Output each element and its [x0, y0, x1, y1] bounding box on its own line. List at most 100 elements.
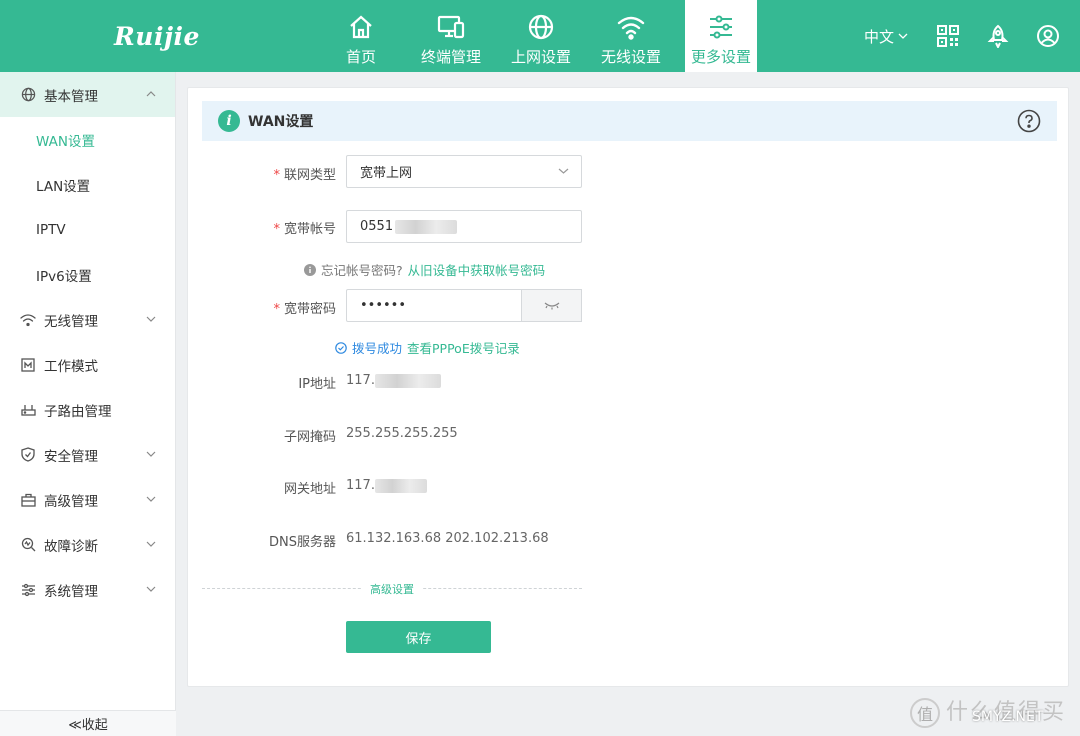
get-account-from-old-device-link[interactable]: 从旧设备中获取帐号密码	[408, 260, 546, 279]
blurred-region	[374, 373, 441, 388]
sidebar-group-label: 高级管理	[44, 493, 98, 510]
account-input[interactable]: 0551	[346, 210, 582, 243]
sidebar-group-label: 故障诊断	[44, 538, 98, 555]
sidebar-item-ipv6[interactable]: IPv6设置	[0, 252, 175, 297]
sidebar-item-label: 工作模式	[44, 358, 98, 375]
chevron-down-icon	[146, 541, 156, 547]
mask-value: 255.255.255.255	[346, 426, 458, 441]
sidebar-group-label: 无线管理	[44, 313, 98, 330]
chevron-down-icon	[146, 451, 156, 457]
sidebar-group-system[interactable]: 系统管理	[0, 567, 175, 612]
globe-icon	[526, 12, 556, 42]
diagnose-icon	[20, 537, 36, 553]
advanced-settings-toggle[interactable]: 高级设置	[362, 581, 422, 597]
sidebar-group-label: 系统管理	[44, 583, 98, 600]
nav-home-label: 首页	[345, 48, 376, 66]
top-nav: 首页 终端管理 上网设置 无线设置 更多设置	[316, 0, 757, 72]
nav-more-settings-label: 更多设置	[690, 48, 751, 66]
sidebar-group-diagnose[interactable]: 故障诊断	[0, 522, 175, 567]
forgot-hint-text: 忘记帐号密码?	[321, 263, 403, 278]
sidebar-group-wireless[interactable]: 无线管理	[0, 297, 175, 342]
rocket-icon[interactable]	[986, 24, 1010, 48]
qr-code-icon[interactable]	[936, 24, 960, 48]
ip-label: IP地址	[298, 377, 336, 392]
sidebar-collapse-button[interactable]: ≪收起	[0, 710, 176, 736]
forgot-account-hint: 忘记帐号密码? 从旧设备中获取帐号密码	[304, 260, 545, 279]
pppoe-dial-log-link[interactable]: 查看PPPoE拨号记录	[407, 338, 520, 357]
globe-icon	[20, 87, 36, 103]
chevron-down-icon	[898, 33, 908, 39]
sliders-icon	[706, 12, 736, 42]
conn-type-label: * 联网类型	[273, 168, 336, 183]
watermark-logo: 值	[909, 698, 940, 728]
sidebar-group-label: 安全管理	[44, 448, 98, 465]
nav-wireless[interactable]: 无线设置	[586, 0, 676, 72]
user-icon[interactable]	[1036, 24, 1060, 48]
mode-icon	[20, 357, 36, 373]
sidebar-group-advanced[interactable]: 高级管理	[0, 477, 175, 522]
blurred-region	[374, 478, 427, 493]
panel-title-bar: i WAN设置	[202, 101, 1057, 141]
conn-type-value: 宽带上网	[360, 166, 413, 181]
toggle-password-visibility-button[interactable]	[522, 289, 582, 322]
nav-internet-label: 上网设置	[510, 48, 571, 66]
settings-icon	[20, 582, 36, 598]
password-label: * 宽带密码	[273, 302, 336, 317]
devices-icon	[436, 12, 466, 42]
wifi-icon	[616, 12, 646, 42]
info-icon	[304, 263, 316, 276]
dns-label: DNS服务器	[269, 535, 336, 550]
sidebar-item-lan[interactable]: LAN设置	[0, 162, 175, 207]
dial-status: 拨号成功 查看PPPoE拨号记录	[335, 338, 520, 357]
account-label: * 宽带帐号	[273, 222, 336, 237]
sidebar-item-iptv[interactable]: IPTV	[0, 207, 175, 252]
panel-title: WAN设置	[248, 114, 314, 130]
nav-devices-label: 终端管理	[420, 48, 481, 66]
chevron-up-icon	[146, 91, 156, 97]
gateway-value: 117.	[346, 478, 427, 493]
sidebar-group-basic[interactable]: 基本管理	[0, 72, 175, 117]
dns-value: 61.132.163.68 202.102.213.68	[346, 531, 549, 546]
conn-type-select[interactable]: 宽带上网	[346, 155, 582, 188]
password-value: ••••••	[360, 298, 407, 313]
wan-settings-panel: i WAN设置 * 联网类型 宽带上网 * 宽带帐号 0551 忘记帐号密码? 从旧…	[187, 87, 1069, 687]
password-input[interactable]: ••••••	[346, 289, 522, 322]
sidebar: 基本管理 WAN设置 LAN设置 IPTV IPv6设置 无线管理 工作模式 子…	[0, 72, 176, 736]
nav-home[interactable]: 首页	[316, 0, 406, 72]
shield-icon	[20, 447, 36, 463]
info-icon: i	[218, 110, 240, 132]
check-circle-icon	[335, 341, 347, 354]
chevron-down-icon	[558, 168, 569, 174]
home-icon	[346, 12, 376, 42]
top-header: Ruijie 首页 终端管理 上网设置 无线设置 更多设置 中文	[0, 0, 1080, 72]
nav-wireless-label: 无线设置	[600, 48, 661, 66]
chevron-down-icon	[146, 586, 156, 592]
router-icon	[20, 402, 36, 418]
sidebar-item-sub-router[interactable]: 子路由管理	[0, 387, 175, 432]
sidebar-item-wan[interactable]: WAN设置	[0, 117, 175, 162]
eye-closed-icon	[544, 302, 559, 309]
help-icon[interactable]	[1017, 109, 1041, 133]
ip-value: 117.	[346, 373, 441, 388]
ruijie-logo[interactable]: Ruijie	[114, 22, 200, 51]
toolbox-icon	[20, 492, 36, 508]
nav-more-settings[interactable]: 更多设置	[685, 0, 757, 72]
nav-internet[interactable]: 上网设置	[496, 0, 586, 72]
gateway-label: 网关地址	[283, 482, 336, 497]
header-right: 中文	[864, 0, 1080, 72]
nav-devices[interactable]: 终端管理	[406, 0, 496, 72]
watermark-en: SMYZ.NET	[971, 709, 1044, 726]
language-select[interactable]: 中文	[864, 26, 908, 47]
account-value: 0551	[360, 219, 394, 234]
mask-label: 子网掩码	[283, 430, 336, 445]
sidebar-item-label: 子路由管理	[44, 403, 112, 420]
blurred-region	[395, 219, 458, 234]
watermark: 值 什么值得买 SMYZ.NET	[909, 698, 1066, 728]
sidebar-group-label: 基本管理	[44, 88, 98, 105]
dial-status-text: 拨号成功	[352, 341, 403, 356]
sidebar-group-security[interactable]: 安全管理	[0, 432, 175, 477]
sidebar-item-work-mode[interactable]: 工作模式	[0, 342, 175, 387]
language-label: 中文	[863, 27, 894, 46]
save-button[interactable]: 保存	[346, 621, 491, 653]
chevron-down-icon	[146, 316, 156, 322]
